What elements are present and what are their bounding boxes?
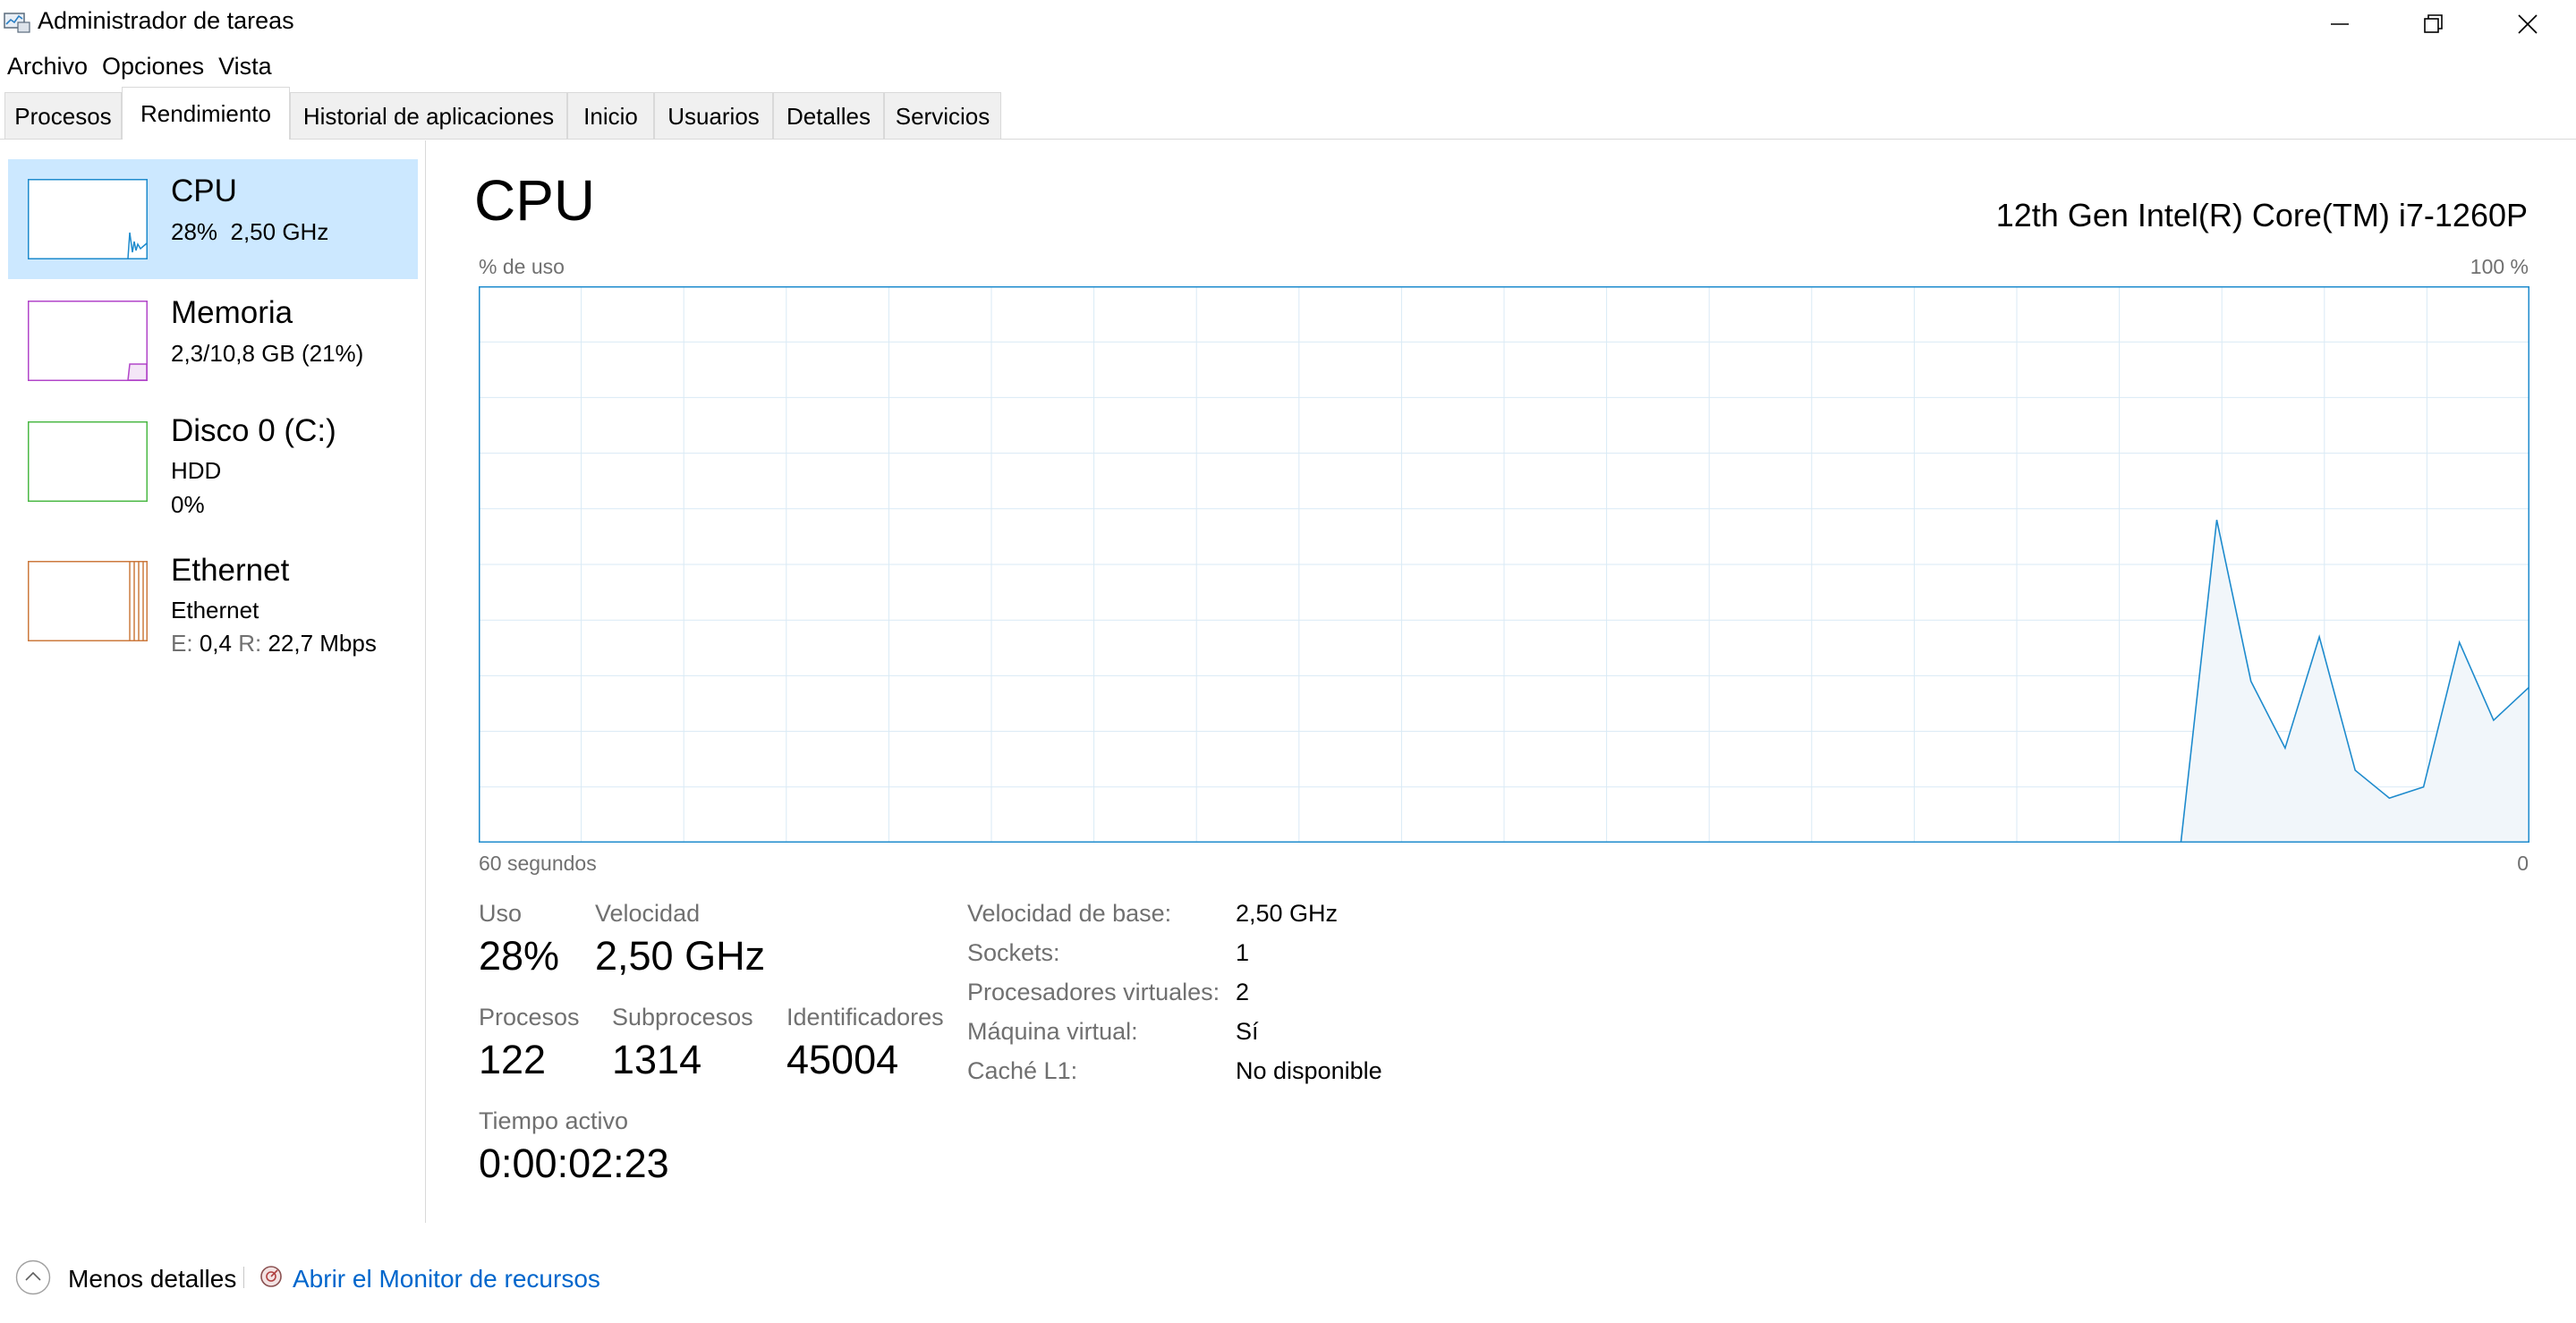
open-resource-monitor-link[interactable]: Abrir el Monitor de recursos (293, 1265, 600, 1293)
stat-identificadores-label: Identificadores (786, 1004, 944, 1030)
stat-velocidad-label: Velocidad (595, 900, 701, 927)
cpu-usage-graph (479, 286, 2529, 843)
tab-bar: Procesos Rendimiento Historial de aplica… (0, 87, 2576, 140)
chevron-up-icon[interactable] (15, 1259, 51, 1295)
info-cache-l1-label: Caché L1: (967, 1057, 1078, 1084)
stat-identificadores-value: 45004 (786, 1037, 899, 1082)
resource-monitor-icon (260, 1266, 282, 1287)
sidebar-cpu-speed: 2,50 GHz (230, 218, 329, 245)
page-title: CPU (474, 168, 596, 233)
close-icon (2518, 14, 2538, 34)
stat-tiempo-activo-label: Tiempo activo (479, 1107, 629, 1134)
restore-icon (2424, 14, 2443, 33)
stat-tiempo-activo-value: 0:00:02:23 (479, 1141, 669, 1186)
stat-procesos-label: Procesos (479, 1004, 580, 1030)
restore-button[interactable] (2387, 0, 2480, 48)
cpu-model: 12th Gen Intel(R) Core(TM) i7-1260P (1995, 197, 2528, 233)
tab-inicio[interactable]: Inicio (567, 92, 654, 139)
minimize-button[interactable] (2293, 0, 2386, 48)
sidebar-cpu-title: CPU (171, 174, 237, 208)
graph-x-max-label: 0 (2517, 852, 2529, 875)
sidebar-cpu-stats: 28% 2,50 GHz (171, 218, 328, 246)
sidebar-disco-usage: 0% (171, 491, 205, 518)
disk-thumbnail-graph (28, 421, 148, 502)
less-details-button[interactable]: Menos detalles (68, 1265, 236, 1293)
window-title: Administrador de tareas (38, 7, 294, 34)
ethernet-recv-value: 22,7 Mbps (268, 630, 377, 657)
info-procesadores-virtuales-value: 2 (1236, 979, 1250, 1005)
menu-vista[interactable]: Vista (211, 50, 279, 82)
memory-thumbnail-graph (28, 301, 148, 381)
info-velocidad-base-label: Velocidad de base: (967, 900, 1172, 927)
sidebar: CPU 28% 2,50 GHz Memoria 2,3/10,8 GB (21… (0, 140, 426, 1223)
menu-opciones[interactable]: Opciones (95, 50, 211, 82)
stat-subprocesos-value: 1314 (612, 1037, 702, 1082)
stat-subprocesos-label: Subprocesos (612, 1004, 753, 1030)
sidebar-ethernet-title: Ethernet (171, 553, 290, 588)
graph-y-label: % de uso (479, 255, 565, 278)
minimize-icon (2331, 23, 2349, 25)
sidebar-item-ethernet[interactable]: Ethernet Ethernet E: 0,4 R: 22,7 Mbps (8, 542, 418, 662)
sidebar-cpu-usage: 28% (171, 218, 218, 245)
tab-procesos[interactable]: Procesos (4, 92, 122, 139)
sidebar-ethernet-name: Ethernet (171, 597, 259, 623)
tab-detalles[interactable]: Detalles (773, 92, 884, 139)
info-maquina-virtual-label: Máquina virtual: (967, 1018, 1138, 1045)
info-cache-l1-value: No disponible (1236, 1057, 1382, 1084)
close-button[interactable] (2481, 0, 2574, 48)
footer-separator (243, 1267, 244, 1288)
info-procesadores-virtuales-label: Procesadores virtuales: (967, 979, 1220, 1005)
info-velocidad-base-value: 2,50 GHz (1236, 900, 1339, 927)
sidebar-item-memoria[interactable]: Memoria 2,3/10,8 GB (21%) (8, 281, 418, 401)
menu-archivo[interactable]: Archivo (0, 50, 95, 82)
stat-velocidad-value: 2,50 GHz (595, 933, 766, 979)
sidebar-item-cpu[interactable]: CPU 28% 2,50 GHz (8, 159, 418, 279)
task-manager-icon (4, 13, 30, 33)
sidebar-ethernet-throughput: E: 0,4 R: 22,7 Mbps (171, 630, 377, 657)
tab-historial-aplicaciones[interactable]: Historial de aplicaciones (290, 92, 567, 139)
sidebar-memoria-detail: 2,3/10,8 GB (21%) (171, 340, 364, 367)
menu-bar: Archivo Opciones Vista (0, 50, 279, 82)
sidebar-disco-title: Disco 0 (C:) (171, 413, 336, 448)
sidebar-disco-type: HDD (171, 457, 222, 484)
tab-rendimiento[interactable]: Rendimiento (122, 87, 290, 140)
ethernet-recv-label: R: (238, 630, 262, 657)
stat-procesos-value: 122 (479, 1037, 547, 1082)
ethernet-send-label: E: (171, 630, 193, 657)
graph-y-max-label: 100 % (2470, 255, 2529, 278)
ethernet-thumbnail-graph (28, 561, 148, 641)
sidebar-memoria-title: Memoria (171, 295, 293, 330)
info-maquina-virtual-value: Sí (1236, 1018, 1259, 1045)
tab-servicios[interactable]: Servicios (884, 92, 1001, 139)
stat-uso-value: 28% (479, 933, 560, 979)
info-sockets-label: Sockets: (967, 939, 1060, 966)
ethernet-send-value: 0,4 (199, 630, 232, 657)
sidebar-item-disco[interactable]: Disco 0 (C:) HDD 0% (8, 403, 418, 522)
title-bar: Administrador de tareas (0, 0, 2576, 48)
info-sockets-value: 1 (1236, 939, 1250, 966)
stat-uso-label: Uso (479, 900, 523, 927)
cpu-thumbnail-graph (28, 179, 148, 259)
tab-usuarios[interactable]: Usuarios (654, 92, 773, 139)
graph-x-min-label: 60 segundos (479, 852, 597, 875)
